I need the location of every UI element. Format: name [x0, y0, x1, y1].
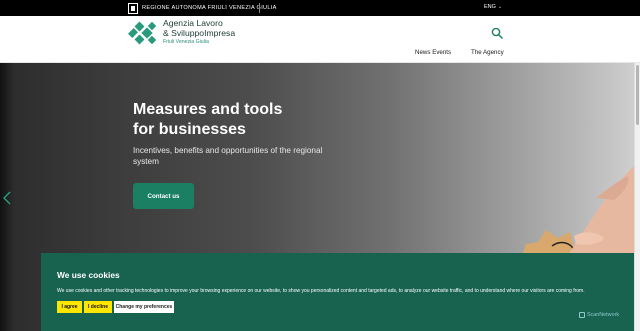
hand-puzzle-image	[518, 166, 634, 268]
chevron-left-icon[interactable]	[2, 191, 12, 205]
cookie-text: We use cookies and other tracking techno…	[57, 288, 585, 294]
hero-title-line-1: Measures and tools	[133, 101, 283, 118]
site-header: Agenzia Lavoro & SviluppoImpresa Friuli …	[0, 16, 640, 63]
language-selector[interactable]: ENG ⌄	[484, 4, 502, 10]
nav-item-news-events[interactable]: News Events	[415, 49, 451, 56]
decline-button[interactable]: I decline	[84, 301, 112, 313]
logo-line-2: & SviluppoImpresa	[163, 27, 236, 38]
nav-item-the-agency[interactable]: The Agency	[471, 49, 504, 56]
cookie-scanner-watermark: ScanNetwork	[579, 312, 619, 318]
scrollbar-thumb[interactable]	[636, 65, 639, 125]
scanner-label: ScanNetwork	[587, 312, 620, 318]
cookie-banner: We use cookies We use cookies and other …	[41, 253, 634, 331]
site-logo[interactable]: Agenzia Lavoro & SviluppoImpresa Friuli …	[163, 18, 236, 46]
scanner-icon	[579, 312, 585, 318]
region-emblem-icon	[128, 2, 138, 14]
change-preferences-button[interactable]: Change my preferences	[114, 301, 174, 313]
region-name: REGIONE AUTONOMA FRIULI VENEZIA GIULIA	[142, 5, 277, 11]
chevron-down-icon: ⌄	[497, 4, 503, 10]
region-link[interactable]: REGIONE AUTONOMA FRIULI VENEZIA GIULIA	[128, 2, 277, 14]
logo-mark-icon[interactable]	[128, 21, 158, 45]
hero-subtitle: Incentives, benefits and opportunities o…	[133, 146, 323, 166]
hero-title: Measures and tools for businesses	[133, 100, 373, 140]
hero-title-line-2: for businesses	[133, 121, 246, 138]
logo-line-3: Friuli Venezia Giulia	[163, 39, 209, 45]
divider	[259, 3, 260, 13]
contact-us-button[interactable]: Contact us	[133, 183, 194, 209]
agree-button[interactable]: I agree	[57, 301, 82, 313]
search-icon[interactable]	[491, 27, 503, 39]
region-top-bar: REGIONE AUTONOMA FRIULI VENEZIA GIULIA E…	[0, 0, 640, 16]
language-label: ENG	[484, 4, 496, 10]
cookie-title: We use cookies	[57, 270, 120, 280]
page-scrollbar[interactable]	[634, 63, 640, 331]
